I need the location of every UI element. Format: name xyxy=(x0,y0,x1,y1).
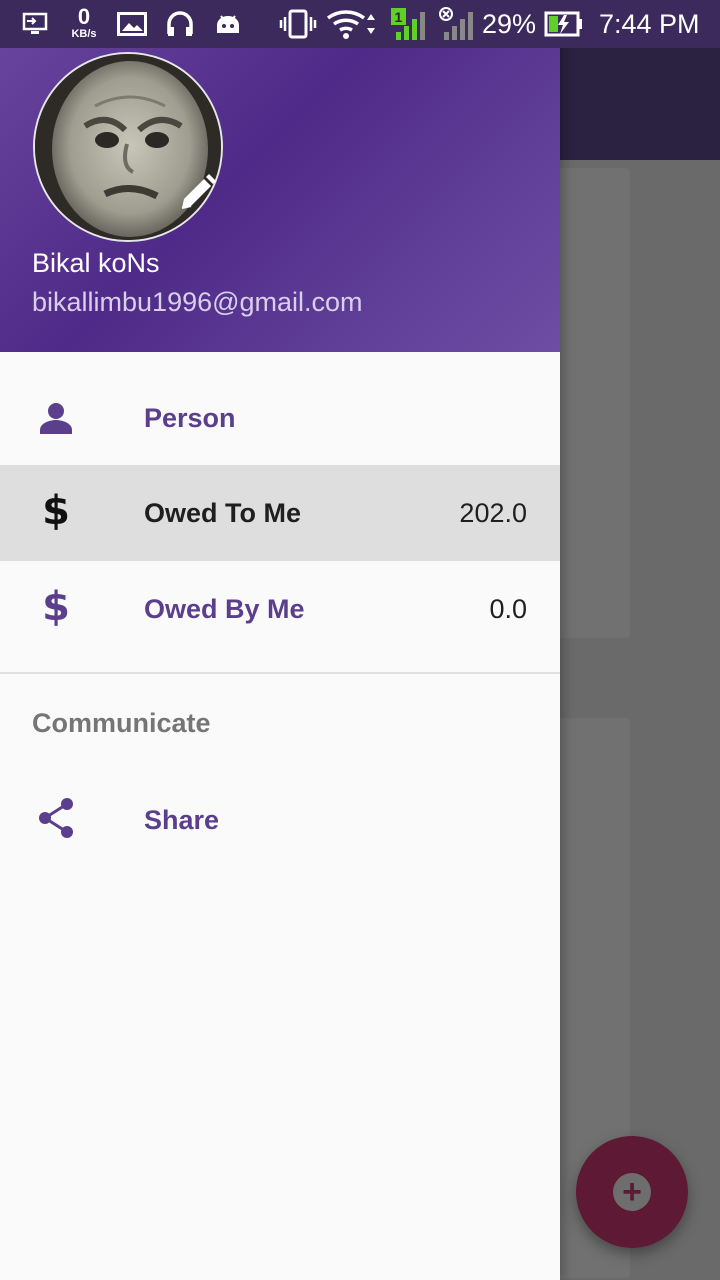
screen-cast-icon xyxy=(20,0,52,48)
user-email: bikallimbu1996@gmail.com xyxy=(32,287,363,317)
battery-percent: 29% xyxy=(482,9,537,39)
sim-slot-label: 1 xyxy=(395,9,403,25)
clock: 7:44 PM xyxy=(599,9,700,39)
drawer-item-owed-to-me[interactable]: $ Owed To Me 202.0 xyxy=(0,465,560,561)
owed-to-me-amount: 202.0 xyxy=(459,497,527,528)
drawer-item-label: Owed To Me xyxy=(144,497,302,528)
drawer-item-label: Owed By Me xyxy=(144,593,305,624)
navigation-drawer: Bikal koNs bikallimbu1996@gmail.com Pers… xyxy=(0,0,560,1280)
status-bar: 0 KB/s 1 29% 7:44 PM xyxy=(0,0,720,48)
dollar-icon: $ xyxy=(34,489,78,533)
user-name: Bikal koNs xyxy=(32,248,160,278)
image-icon xyxy=(116,0,148,48)
dollar-glyph: $ xyxy=(42,488,70,534)
android-icon xyxy=(212,0,244,48)
vibrate-icon xyxy=(278,0,318,48)
signal-sim1-icon: 1 xyxy=(388,0,428,48)
drawer-item-person[interactable]: Person xyxy=(0,370,560,466)
net-speed-unit: KB/s xyxy=(71,28,97,40)
owed-by-me-amount: 0.0 xyxy=(489,593,527,624)
headphones-icon xyxy=(164,0,196,48)
drawer-header: Bikal koNs bikallimbu1996@gmail.com xyxy=(0,0,560,352)
wifi-icon xyxy=(326,0,378,48)
dollar-glyph: $ xyxy=(42,584,70,630)
pencil-icon[interactable] xyxy=(176,172,218,214)
person-icon xyxy=(34,396,78,440)
drawer-item-label: Person xyxy=(144,402,236,433)
add-fab-button[interactable]: + xyxy=(576,1136,688,1248)
share-icon xyxy=(34,796,78,840)
dollar-icon: $ xyxy=(34,585,78,629)
drawer-item-owed-by-me[interactable]: $ Owed By Me 0.0 xyxy=(0,561,560,657)
battery-charging-icon xyxy=(544,0,584,48)
section-title-communicate: Communicate xyxy=(32,708,211,738)
net-speed-indicator: 0 KB/s xyxy=(66,6,102,40)
divider xyxy=(0,672,560,674)
drawer-item-label: Share xyxy=(144,804,220,835)
net-speed-value: 0 xyxy=(77,4,91,29)
add-icon: + xyxy=(613,1173,651,1211)
signal-sim2-icon xyxy=(436,0,476,48)
drawer-item-share[interactable]: Share xyxy=(0,772,560,868)
